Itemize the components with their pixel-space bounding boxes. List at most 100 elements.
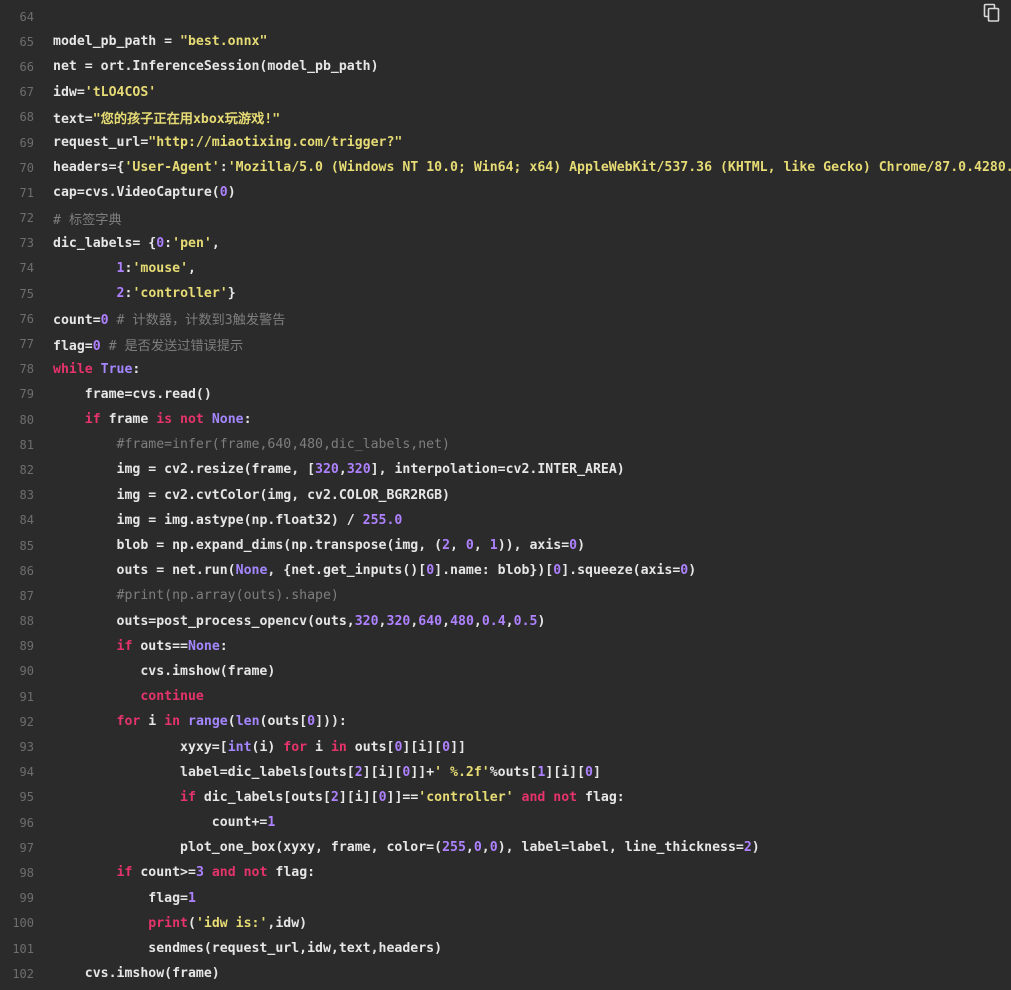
line-number: 86	[19, 563, 34, 578]
code-token: i	[307, 739, 331, 755]
code-token: None	[211, 412, 244, 428]
code-lines: 64 65 model_pb_path = "best.onnx" 66 net = o…	[0, 4, 1011, 986]
code-token: while	[53, 361, 93, 377]
code-token: "您的孩子正在用xbox玩游戏!"	[92, 111, 281, 127]
code-token: for	[116, 714, 141, 730]
code-text: idw='tLO4COS'	[53, 85, 156, 100]
code-token: 1	[267, 815, 276, 831]
code-token: ,	[465, 840, 474, 856]
code-line: 94 label=dic_labels[outs[2][i][0]]+' %.2…	[0, 760, 1011, 785]
code-text: net = ort.InferenceSession(model_pb_path…	[53, 59, 379, 74]
code-text: headers={'User-Agent':'Mozilla/5.0 (Wind…	[53, 160, 1011, 175]
code-token: 0	[553, 563, 562, 579]
line-number: 87	[19, 588, 34, 603]
code-text: if outs==None:	[53, 639, 228, 654]
code-token: 2	[330, 789, 339, 805]
code-token: if	[116, 865, 133, 881]
code-text: # 标签字典	[53, 209, 122, 228]
line-number: 74	[19, 261, 34, 276]
code-token: frame	[100, 412, 157, 428]
code-text: cvs.imshow(frame)	[53, 966, 220, 981]
code-token: len	[235, 714, 260, 730]
code-token: cvs.imshow(frame)	[84, 966, 220, 982]
code-line: 68 text="您的孩子正在用xbox玩游戏!"	[0, 105, 1011, 130]
code-text: while True:	[53, 362, 140, 377]
code-line: 82 img = cv2.resize(frame, [320,320], in…	[0, 457, 1011, 482]
line-number: 70	[19, 160, 34, 175]
line-number: 92	[19, 714, 34, 729]
code-token: (outs[	[259, 714, 308, 730]
code-token: :	[219, 160, 228, 176]
code-token: :	[164, 235, 173, 251]
code-token: ]]==	[386, 789, 419, 805]
code-token: count>=	[132, 865, 196, 881]
code-token: # 计数器，计数到3触发警告	[108, 313, 286, 329]
code-token: (	[187, 915, 196, 931]
code-token: # 是否发送过错误提示	[100, 338, 244, 354]
code-token: 1	[187, 890, 196, 906]
code-token: ,	[442, 613, 451, 629]
code-token: "http://miaotixing.com/trigger?"	[148, 135, 403, 151]
code-line: 97 plot_one_box(xyxy, frame, color=(255,…	[0, 835, 1011, 860]
line-number: 97	[19, 840, 34, 855]
code-line: 96 count+=1	[0, 810, 1011, 835]
code-token: img = cv2.resize(frame, [	[116, 462, 316, 478]
code-token: count=	[53, 313, 101, 329]
code-line: 89 if outs==None:	[0, 634, 1011, 659]
code-line: 69 request_url="http://miaotixing.com/tri…	[0, 130, 1011, 155]
line-number: 66	[19, 59, 34, 74]
code-token: )	[227, 185, 236, 201]
code-token: in	[164, 714, 181, 730]
code-text: count+=1	[53, 815, 276, 831]
code-token: ,	[505, 613, 514, 629]
code-text: dic_labels= {0:'pen',	[53, 236, 220, 251]
code-token: img = cv2.cvtColor(img, cv2.COLOR_BGR2RG…	[116, 487, 450, 503]
code-text: xyxy=[int(i) for i in outs[0][i][0]]	[53, 740, 466, 755]
code-token: 1	[489, 538, 498, 554]
code-token: )), axis=	[497, 538, 570, 554]
code-token: outs==	[132, 638, 188, 654]
line-number: 90	[19, 664, 34, 679]
code-token: ' %.2f'	[434, 764, 490, 780]
code-token: range	[188, 714, 228, 730]
code-token: ][i][	[545, 764, 586, 780]
code-text: flag=0 # 是否发送过错误提示	[53, 335, 243, 354]
line-number: 73	[19, 236, 34, 251]
code-token: frame=cvs.read()	[84, 386, 212, 402]
code-token: 320	[346, 462, 371, 478]
line-number: 81	[19, 437, 34, 452]
code-token: i	[140, 714, 165, 730]
code-token: # 标签字典	[53, 212, 122, 228]
line-number: 67	[19, 85, 34, 100]
line-number: 65	[19, 34, 34, 49]
line-number: 95	[19, 790, 34, 805]
code-text: img = img.astype(np.float32) / 255.0	[53, 513, 403, 528]
line-number: 100	[12, 916, 34, 931]
code-token: 'User-Agent'	[124, 160, 220, 176]
code-token: 640	[418, 613, 443, 629]
code-token: if	[84, 412, 101, 428]
line-number: 69	[19, 135, 34, 150]
code-token: plot_one_box(xyxy, frame, color=(	[180, 840, 443, 856]
code-text: frame=cvs.read()	[53, 387, 212, 402]
code-token: )	[537, 613, 546, 629]
code-token: ,	[378, 613, 387, 629]
code-line: 87 #print(np.array(outs).shape)	[0, 583, 1011, 608]
code-line: 77 flag=0 # 是否发送过错误提示	[0, 331, 1011, 356]
code-token: 320	[386, 613, 411, 629]
code-text: blob = np.expand_dims(np.transpose(img, …	[53, 538, 586, 554]
line-number: 71	[19, 185, 34, 200]
code-token: 2	[442, 538, 451, 554]
line-number: 85	[19, 538, 34, 553]
